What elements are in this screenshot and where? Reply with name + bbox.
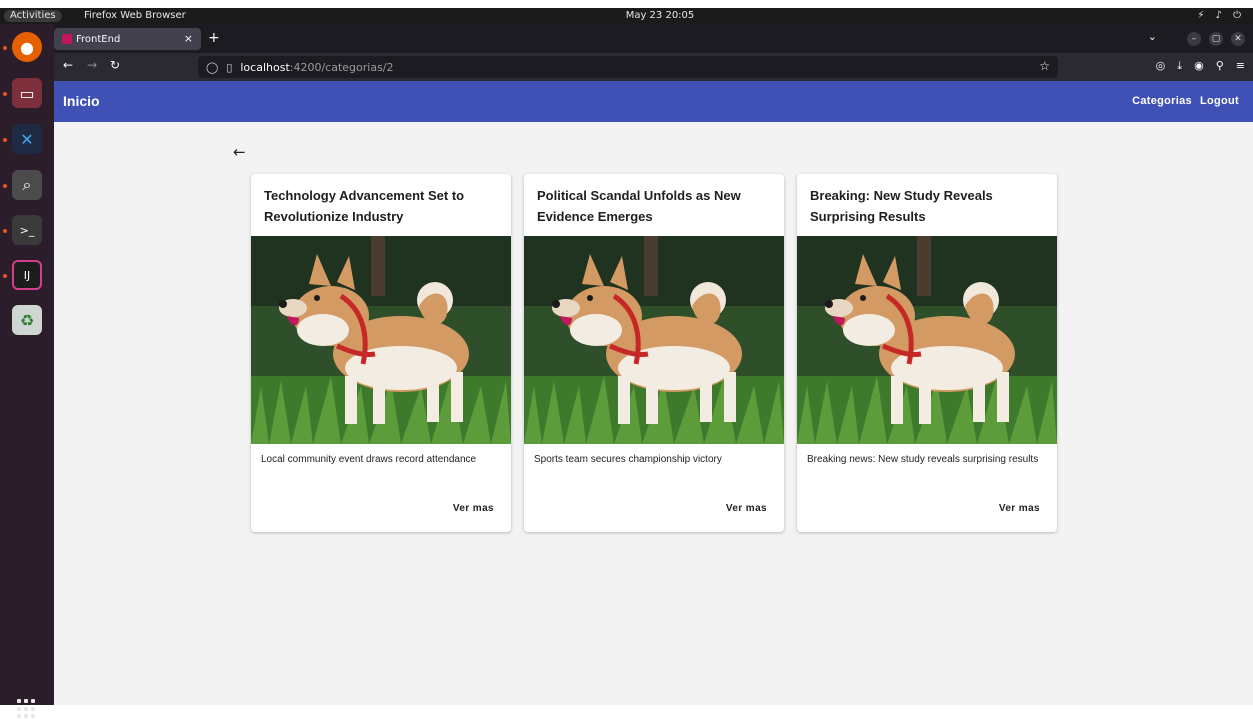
account-icon[interactable]: ◉: [1194, 59, 1204, 73]
files-icon[interactable]: ▭: [12, 78, 42, 108]
minimize-icon[interactable]: –: [1187, 32, 1201, 46]
web-app: Inicio Categorias Logout ← Technology Ad…: [54, 81, 1253, 705]
card-image-shiba-dog: [524, 236, 784, 444]
card-description: Local community event draws record atten…: [261, 454, 477, 465]
tab-title: FrontEnd: [76, 33, 121, 45]
dock: ● ▭ ✕ ⌕ >_ IJ ♻: [0, 24, 54, 719]
url-path: :4200/categorias/2: [289, 60, 394, 74]
forward-nav-icon[interactable]: →: [87, 58, 97, 72]
back-nav-icon[interactable]: ←: [63, 58, 73, 72]
activities-button[interactable]: Activities: [4, 10, 62, 22]
search-icon[interactable]: ⌕: [12, 170, 42, 200]
url-bar[interactable]: ◯ ▯ localhost :4200/categorias/2 ☆: [198, 56, 1058, 78]
system-top-bar: Activities Firefox Web Browser May 23 20…: [0, 8, 1253, 24]
focused-app-name[interactable]: Firefox Web Browser: [84, 10, 186, 22]
logout-link[interactable]: Logout: [1200, 95, 1239, 107]
ver-mas-button[interactable]: Ver mas: [453, 503, 494, 514]
downloads-icon[interactable]: ⤓: [1177, 59, 1182, 73]
url-host: localhost: [240, 60, 290, 74]
running-indicator: [3, 92, 7, 96]
top-strip: Activities Firefox Web Browser May 23 20…: [0, 0, 1253, 24]
news-card: Political Scandal Unfolds as New Evidenc…: [524, 174, 784, 532]
running-indicator: [3, 274, 7, 278]
card-image-shiba-dog: [251, 236, 511, 444]
ver-mas-button[interactable]: Ver mas: [999, 503, 1040, 514]
trash-icon[interactable]: ♻: [12, 305, 42, 335]
system-status-icons[interactable]: ⚡ ♪ ⏻: [1197, 9, 1245, 23]
tab-bar: FrontEnd × + ⌄ – ▢ ✕: [54, 24, 1253, 53]
reload-icon[interactable]: ↻: [110, 58, 120, 72]
tab-list-chevron-icon[interactable]: ⌄: [1148, 30, 1157, 43]
clock[interactable]: May 23 20:05: [600, 10, 720, 22]
news-card: Technology Advancement Set to Revolution…: [251, 174, 511, 532]
browser-window: FrontEnd × + ⌄ – ▢ ✕ ← → ↻ ◯ ▯ localhost…: [54, 24, 1253, 705]
card-image-shiba-dog: [797, 236, 1057, 444]
bookmark-star-icon[interactable]: ☆: [1039, 59, 1050, 73]
back-arrow-icon[interactable]: ←: [233, 143, 246, 161]
pocket-icon[interactable]: ◎: [1156, 59, 1166, 73]
home-link[interactable]: Inicio: [63, 93, 100, 109]
close-window-icon[interactable]: ✕: [1231, 32, 1245, 46]
toolbar-icons: ◎ ⤓ ◉ ⚲ ≡: [1156, 59, 1245, 73]
card-grid: Technology Advancement Set to Revolution…: [251, 174, 1058, 532]
toolbar-menu: Categorias Logout: [1132, 95, 1239, 107]
extensions-icon[interactable]: ⚲: [1216, 59, 1224, 73]
running-indicator: [3, 138, 7, 142]
news-card: Breaking: New Study Reveals Surprising R…: [797, 174, 1057, 532]
card-title: Technology Advancement Set to Revolution…: [264, 188, 465, 224]
running-indicator: [3, 184, 7, 188]
close-tab-icon[interactable]: ×: [184, 32, 193, 45]
shield-icon[interactable]: ◯: [206, 61, 218, 74]
maximize-icon[interactable]: ▢: [1209, 32, 1223, 46]
tab-frontend[interactable]: FrontEnd ×: [54, 28, 201, 50]
card-description: Breaking news: New study reveals surpris…: [807, 454, 1039, 465]
card-title: Breaking: New Study Reveals Surprising R…: [810, 188, 993, 224]
page-icon[interactable]: ▯: [226, 61, 232, 74]
ver-mas-button[interactable]: Ver mas: [726, 503, 767, 514]
menu-icon[interactable]: ≡: [1236, 59, 1245, 73]
app-toolbar: Inicio Categorias Logout: [54, 81, 1253, 122]
new-tab-icon[interactable]: +: [208, 30, 220, 46]
window-controls: – ▢ ✕: [1187, 32, 1245, 46]
navigation-bar: ← → ↻ ◯ ▯ localhost :4200/categorias/2 ☆…: [54, 53, 1253, 81]
angular-favicon-icon: [62, 34, 72, 44]
card-description: Sports team secures championship victory: [534, 454, 722, 465]
intellij-icon[interactable]: IJ: [12, 260, 42, 290]
show-apps-icon[interactable]: [17, 699, 37, 719]
running-indicator: [3, 229, 7, 233]
running-indicator: [3, 46, 7, 50]
categorias-link[interactable]: Categorias: [1132, 95, 1192, 107]
terminal-icon[interactable]: >_: [12, 215, 42, 245]
firefox-icon[interactable]: ●: [12, 32, 42, 62]
vscode-icon[interactable]: ✕: [12, 124, 42, 154]
card-title: Political Scandal Unfolds as New Evidenc…: [537, 188, 741, 224]
